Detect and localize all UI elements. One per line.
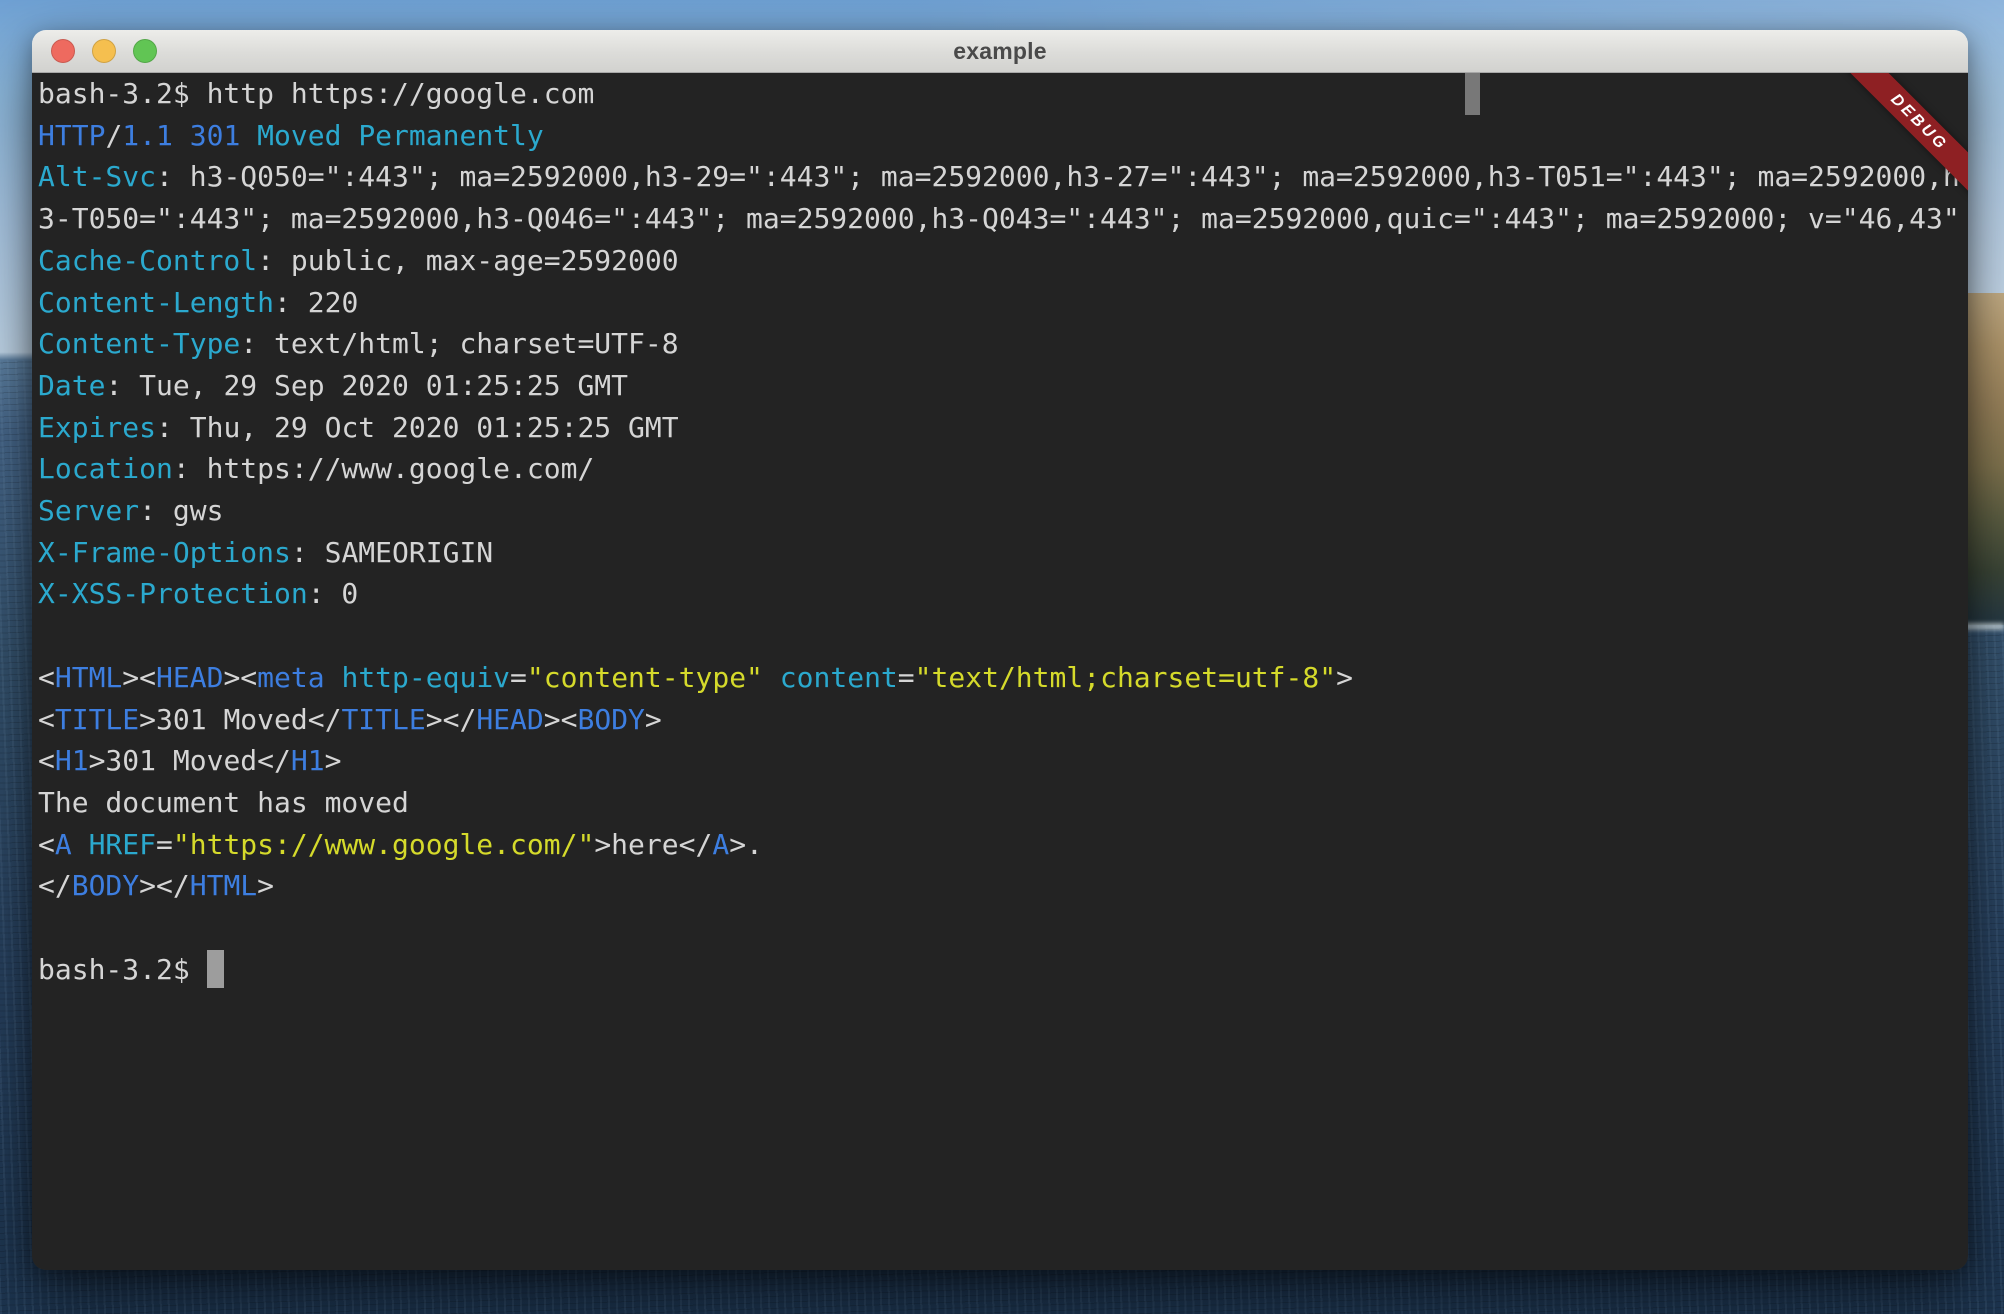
traffic-lights [51,39,157,63]
terminal-line: <HTML><HEAD><meta http-equiv="content-ty… [38,657,1968,699]
terminal-line: Cache-Control: public, max-age=2592000 [38,240,1968,282]
terminal-line: X-Frame-Options: SAMEORIGIN [38,532,1968,574]
close-button[interactable] [51,39,75,63]
terminal-line: Date: Tue, 29 Sep 2020 01:25:25 GMT [38,365,1968,407]
zoom-button[interactable] [133,39,157,63]
terminal-line: </BODY></HTML> [38,865,1968,907]
terminal-line: HTTP/1.1 301 Moved Permanently [38,115,1968,157]
window-titlebar[interactable]: example [32,30,1968,73]
terminal-window: example bash-3.2$ http https://google.co… [32,30,1968,1270]
terminal-line [38,615,1968,657]
terminal-line: <A HREF="https://www.google.com/">here</… [38,824,1968,866]
terminal-line: <TITLE>301 Moved</TITLE></HEAD><BODY> [38,699,1968,741]
terminal-line: Expires: Thu, 29 Oct 2020 01:25:25 GMT [38,407,1968,449]
terminal-line: The document has moved [38,782,1968,824]
terminal-line: X-XSS-Protection: 0 [38,573,1968,615]
terminal-line: Alt-Svc: h3-Q050=":443"; ma=2592000,h3-2… [38,156,1968,198]
terminal-line: Location: https://www.google.com/ [38,448,1968,490]
window-title: example [953,38,1046,65]
mouse-cursor [1465,73,1480,115]
terminal-content[interactable]: bash-3.2$ http https://google.comHTTP/1.… [32,73,1968,1270]
terminal-line: bash-3.2$ [38,949,1968,992]
terminal-lines: bash-3.2$ http https://google.comHTTP/1.… [32,73,1968,991]
terminal-line [38,907,1968,949]
terminal-line: bash-3.2$ http https://google.com [38,73,1968,115]
terminal-line: Content-Length: 220 [38,282,1968,324]
island-cliff [1962,293,2004,625]
minimize-button[interactable] [92,39,116,63]
terminal-line: Server: gws [38,490,1968,532]
terminal-line: 3-T050=":443"; ma=2592000,h3-Q046=":443"… [38,198,1968,240]
terminal-line: <H1>301 Moved</H1> [38,740,1968,782]
terminal-cursor [207,950,224,988]
terminal-line: Content-Type: text/html; charset=UTF-8 [38,323,1968,365]
